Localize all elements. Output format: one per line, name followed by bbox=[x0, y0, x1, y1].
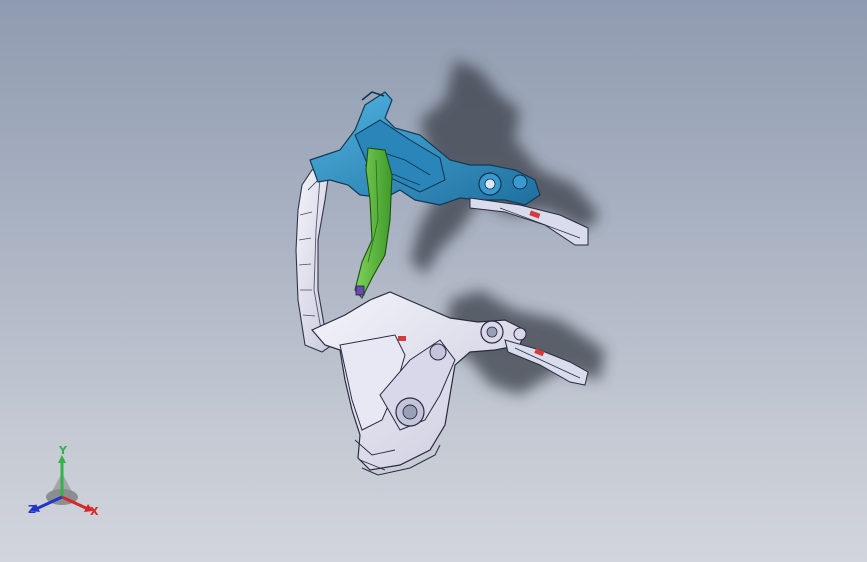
triad-z-label: Z bbox=[28, 503, 36, 516]
triad-y-label: Y bbox=[59, 444, 67, 457]
triad-x-label: X bbox=[90, 505, 99, 518]
graphics-viewport[interactable]: Y X Z bbox=[0, 0, 867, 562]
cad-assembly-model[interactable] bbox=[0, 0, 867, 562]
view-orientation-triad[interactable]: Y X Z bbox=[20, 445, 110, 525]
